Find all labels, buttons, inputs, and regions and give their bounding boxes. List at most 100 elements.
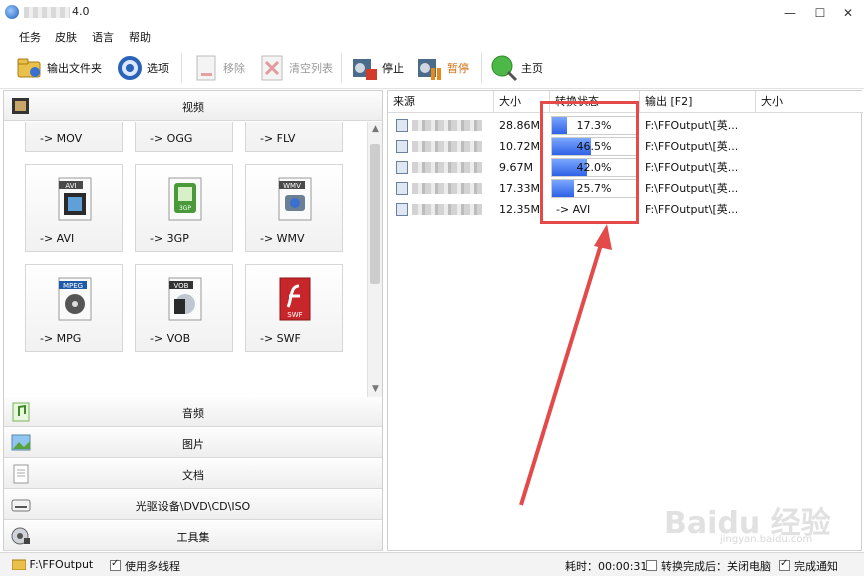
category-video[interactable]: 视频 [4,91,382,121]
multithread-checkbox[interactable]: 使用多线程 [110,558,180,574]
output-path: F:\FFOutput\[英... [645,161,739,174]
menu-help[interactable]: 帮助 [129,29,151,45]
source-size: 9.67M [499,161,533,174]
menu-task[interactable]: 任务 [19,29,41,45]
stop-icon [351,54,379,82]
options-button[interactable]: 选项 [116,53,169,83]
format-avi[interactable]: AVI -> AVI [25,164,123,252]
folder-icon [16,54,44,82]
source-size: 12.35M [499,203,540,216]
category-picture[interactable]: 图片 [4,428,382,458]
category-audio[interactable]: 音频 [4,397,382,427]
title-bar: 4.0 — ☐ ✕ [0,0,864,26]
source-size: 10.72M [499,140,540,153]
pause-button[interactable]: 暂停 [416,53,469,83]
col-output[interactable]: 输出 [F2] [640,91,756,113]
menu-skin[interactable]: 皮肤 [55,29,77,45]
checkbox-icon [110,558,121,571]
toolbar-divider [341,53,342,83]
vob-badge-text: VOB [174,282,189,290]
scroll-down-arrow[interactable]: ▼ [368,382,383,397]
scroll-up-arrow[interactable]: ▲ [368,122,383,137]
clear-list-icon [258,54,286,82]
after-convert-checkbox[interactable]: 转换完成后：关闭电脑 [646,558,771,574]
notify-checkbox[interactable]: 完成通知 [779,558,838,574]
swf-badge-text: SWF [287,311,302,319]
format-flv[interactable]: -> FLV [245,122,343,152]
format-wmv[interactable]: WMV -> WMV [245,164,343,252]
output-path: F:\FFOutput\[英... [645,203,739,216]
checkbox-icon [646,560,657,571]
menu-bar: 任务 皮肤 语言 帮助 [0,26,864,46]
video-file-icon [396,140,408,153]
wmv-badge-text: WMV [283,182,301,190]
toolbar-divider [181,53,182,83]
after-convert-label: 转换完成后：关闭电脑 [661,560,771,573]
3gp-badge-text: 3GP [179,205,191,212]
app-title-version: 4.0 [72,5,90,18]
swf-file-icon: SWF [279,277,311,321]
output-path-link[interactable]: F:\FFOutput [11,558,93,571]
category-panel: 视频 -> MOV -> OGG -> FLV AVI -> AVI 3GP -… [3,90,383,551]
watermark-url: jingyan.baidu.com [720,534,813,545]
gear-icon [116,54,144,82]
notify-label: 完成通知 [794,560,838,573]
source-name-blurred [412,120,482,131]
menu-language[interactable]: 语言 [92,29,114,45]
checkbox-icon [779,558,790,571]
format-3gp[interactable]: 3GP -> 3GP [135,164,233,252]
avi-file-icon: AVI [58,177,92,221]
app-icon [5,5,19,19]
video-file-icon [396,119,408,132]
source-name-blurred [412,183,482,194]
source-name-blurred [412,204,482,215]
pause-icon [416,54,444,82]
status-bar: F:\FFOutput 使用多线程 耗时：00:00:31 转换完成后：关闭电脑… [0,552,864,576]
output-path: F:\FFOutput\[英... [645,119,739,132]
output-folder-button[interactable]: 输出文件夹 [16,53,102,83]
3gp-file-icon: 3GP [168,177,202,221]
col-source[interactable]: 来源 [388,91,494,113]
clear-list-button[interactable]: 清空列表 [258,53,333,83]
source-size: 28.86M [499,119,540,132]
video-file-icon [396,161,408,174]
home-button[interactable]: 主页 [490,53,543,83]
format-grid-scrollbar[interactable]: ▲ ▼ [367,122,382,397]
format-swf[interactable]: SWF -> SWF [245,264,343,352]
mpeg-badge-text: MPEG [63,282,83,290]
wmv-file-icon: WMV [278,177,312,221]
category-optical[interactable]: 光驱设备\DVD\CD\ISO [4,490,382,520]
stop-button[interactable]: 停止 [351,53,404,83]
maximize-button[interactable]: ☐ [806,2,834,24]
format-mov[interactable]: -> MOV [25,122,123,152]
source-name-blurred [412,162,482,173]
format-grid: -> MOV -> OGG -> FLV AVI -> AVI 3GP -> 3… [4,122,366,397]
category-tools[interactable]: 工具集 [4,521,382,551]
format-vob[interactable]: VOB -> VOB [135,264,233,352]
highlight-box [540,101,639,224]
avi-badge-text: AVI [65,182,76,190]
minimize-button[interactable]: — [776,2,804,24]
app-title-blurred [24,7,70,18]
format-mpg[interactable]: MPEG -> MPG [25,264,123,352]
mpeg-file-icon: MPEG [58,277,92,321]
video-file-icon [396,182,408,195]
col-output-size[interactable]: 大小 [756,91,863,113]
output-path: F:\FFOutput\[英... [645,140,739,153]
close-button[interactable]: ✕ [834,2,862,24]
source-size: 17.33M [499,182,540,195]
toolbar: 输出文件夹 选项 移除 清空列表 停止 暂停 主页 [0,47,864,89]
scrollbar-thumb[interactable] [370,144,380,284]
folder-icon [11,559,27,571]
source-name-blurred [412,141,482,152]
globe-search-icon [490,54,518,82]
elapsed-time: 耗时：00:00:31 [565,560,648,573]
remove-button[interactable]: 移除 [192,53,245,83]
format-ogg[interactable]: -> OGG [135,122,233,152]
category-document[interactable]: 文档 [4,459,382,489]
multithread-label: 使用多线程 [125,560,180,573]
vob-file-icon: VOB [168,277,202,321]
toolbar-divider [481,53,482,83]
video-file-icon [396,203,408,216]
remove-doc-icon [192,54,220,82]
